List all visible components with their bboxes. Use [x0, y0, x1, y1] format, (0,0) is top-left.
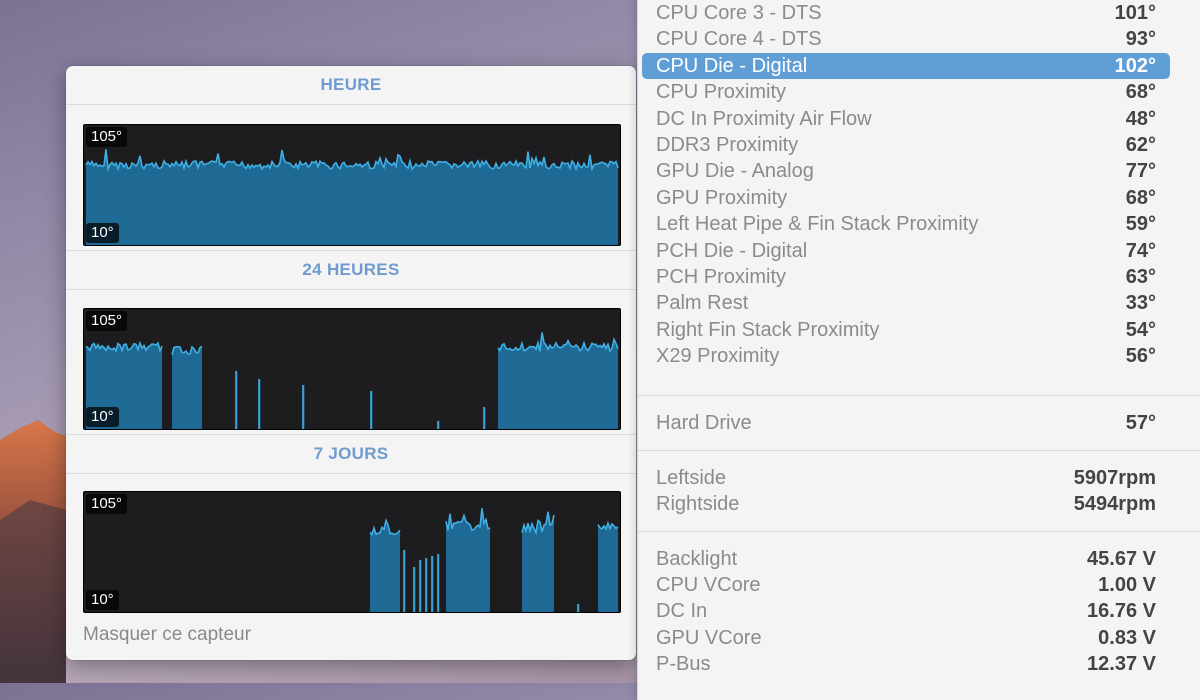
sensor-name: P-Bus [656, 653, 711, 676]
sensor-row-temp[interactable]: GPU Proximity 68° [642, 185, 1170, 211]
sensor-name: Hard Drive [656, 411, 752, 434]
sensor-name: CPU Proximity [656, 81, 787, 104]
sensor-row-temp[interactable]: Right Fin Stack Proximity 54° [642, 317, 1170, 343]
sensor-row-volt[interactable]: Backlight 45.67 V [642, 546, 1170, 572]
sensor-name: GPU Proximity [656, 186, 788, 209]
sensor-row-volt[interactable]: DC In 16.76 V [642, 599, 1170, 625]
sensor-row-fan[interactable]: Rightside 5494rpm [642, 491, 1170, 517]
sensor-name: PCH Proximity [656, 265, 787, 288]
sensor-row-temp[interactable]: DC In Proximity Air Flow 48° [642, 106, 1170, 132]
sensor-history-popover: HEURE 105° 10° 24 HEURES 105° 10° 7 JOUR… [66, 66, 636, 660]
sensor-name: Rightside [656, 492, 740, 515]
sensor-row-fan[interactable]: Leftside 5907rpm [642, 465, 1170, 491]
sensor-value: 33° [1125, 292, 1156, 315]
menu-separator [638, 450, 1200, 451]
sensor-value: 77° [1125, 160, 1156, 183]
hour-graph-plot [85, 149, 619, 245]
sensor-value: 62° [1125, 133, 1156, 156]
sensor-value: 1.00 V [1098, 573, 1156, 596]
sensor-row-volt[interactable]: CPU VCore 1.00 V [642, 572, 1170, 598]
sensor-value: 68° [1125, 186, 1156, 209]
24h-graph-max-label: 105° [86, 311, 128, 331]
sensor-value: 45.67 V [1087, 547, 1156, 570]
sensor-row-temp[interactable]: CPU Core 3 - DTS 101° [642, 0, 1170, 26]
sensor-name: Leftside [656, 466, 727, 489]
sensor-row-volt[interactable]: P-Bus 12.37 V [642, 652, 1170, 678]
sensor-name: Backlight [656, 547, 738, 570]
sensor-row-temp[interactable]: Palm Rest 33° [642, 291, 1170, 317]
24h-graph-min-label: 10° [86, 407, 119, 427]
sensor-value: 101° [1114, 1, 1156, 24]
sensor-value: 93° [1125, 28, 1156, 51]
section-title-hour: HEURE [66, 66, 636, 105]
section-title-7days: 7 JOURS [66, 434, 636, 474]
hour-graph-min-label: 10° [86, 223, 119, 243]
sensor-value: 102° [1114, 54, 1156, 77]
7days-graph-area [370, 508, 618, 612]
24h-graph-plot [85, 332, 619, 429]
menu-separator [638, 531, 1200, 532]
sensor-value: 0.83 V [1098, 626, 1156, 649]
sensor-name: CPU Core 4 - DTS [656, 28, 822, 51]
sensor-row-temp[interactable]: PCH Die - Digital 74° [642, 238, 1170, 264]
sensor-value: 48° [1125, 107, 1156, 130]
sensor-value: 54° [1125, 318, 1156, 341]
sensor-row-temp[interactable]: GPU Die - Analog 77° [642, 159, 1170, 185]
sensor-value: 5907rpm [1073, 466, 1156, 489]
sensor-value: 63° [1125, 265, 1156, 288]
sensor-value: 68° [1125, 81, 1156, 104]
sensor-value: 59° [1125, 213, 1156, 236]
sensor-name: DC In Proximity Air Flow [656, 107, 872, 130]
sensor-value: 12.37 V [1087, 653, 1156, 676]
hour-graph-max-label: 105° [86, 127, 128, 147]
sensor-name: Palm Rest [656, 292, 749, 315]
hour-graph: 105° 10° [83, 124, 621, 246]
sensor-row-temp[interactable]: CPU Proximity 68° [642, 80, 1170, 106]
7days-graph-plot [369, 508, 619, 612]
sensor-name: DDR3 Proximity [656, 133, 799, 156]
sensor-name: CPU Core 3 - DTS [656, 1, 822, 24]
sensor-name: CPU VCore [656, 573, 761, 596]
hide-sensor-button[interactable]: Masquer ce capteur [83, 624, 251, 646]
menu-separator [638, 395, 1200, 396]
sensor-name: Right Fin Stack Proximity [656, 318, 880, 341]
24h-graph: 105° 10° [83, 308, 621, 430]
sensor-row-volt[interactable]: GPU VCore 0.83 V [642, 625, 1170, 651]
sensor-name: CPU Die - Digital [656, 54, 808, 77]
sensor-row-temp[interactable]: X29 Proximity 56° [642, 344, 1170, 370]
7days-graph-line [369, 508, 619, 612]
sensor-row-temp[interactable]: CPU Core 4 - DTS 93° [642, 27, 1170, 53]
sensor-name: Left Heat Pipe & Fin Stack Proximity [656, 213, 979, 236]
7days-graph-max-label: 105° [86, 494, 128, 514]
7days-graph: 105° 10° [83, 491, 621, 613]
sensor-value: 5494rpm [1073, 492, 1156, 515]
sensor-row-temp[interactable]: DDR3 Proximity 62° [642, 132, 1170, 158]
sensor-name: PCH Die - Digital [656, 239, 808, 262]
sensor-value: 16.76 V [1087, 600, 1156, 623]
sensor-row-temp[interactable]: CPU Die - Digital 102° [642, 53, 1170, 80]
sensor-row-drive[interactable]: Hard Drive 57° [642, 410, 1170, 436]
sensor-name: GPU Die - Analog [656, 160, 814, 183]
7days-graph-min-label: 10° [86, 590, 119, 610]
sensor-value: 74° [1125, 239, 1156, 262]
sensor-value: 56° [1125, 345, 1156, 368]
sensor-value: 57° [1125, 411, 1156, 434]
sensor-row-temp[interactable]: Left Heat Pipe & Fin Stack Proximity 59° [642, 212, 1170, 238]
section-title-24h: 24 HEURES [66, 250, 636, 290]
sensor-name: GPU VCore [656, 626, 762, 649]
sensor-row-temp[interactable]: PCH Proximity 63° [642, 264, 1170, 290]
sensor-menu: CPU Core 2 - DTS99°CPU Core 3 - DTS101°C… [637, 0, 1200, 700]
sensor-name: X29 Proximity [656, 345, 780, 368]
sensor-name: DC In [656, 600, 708, 623]
